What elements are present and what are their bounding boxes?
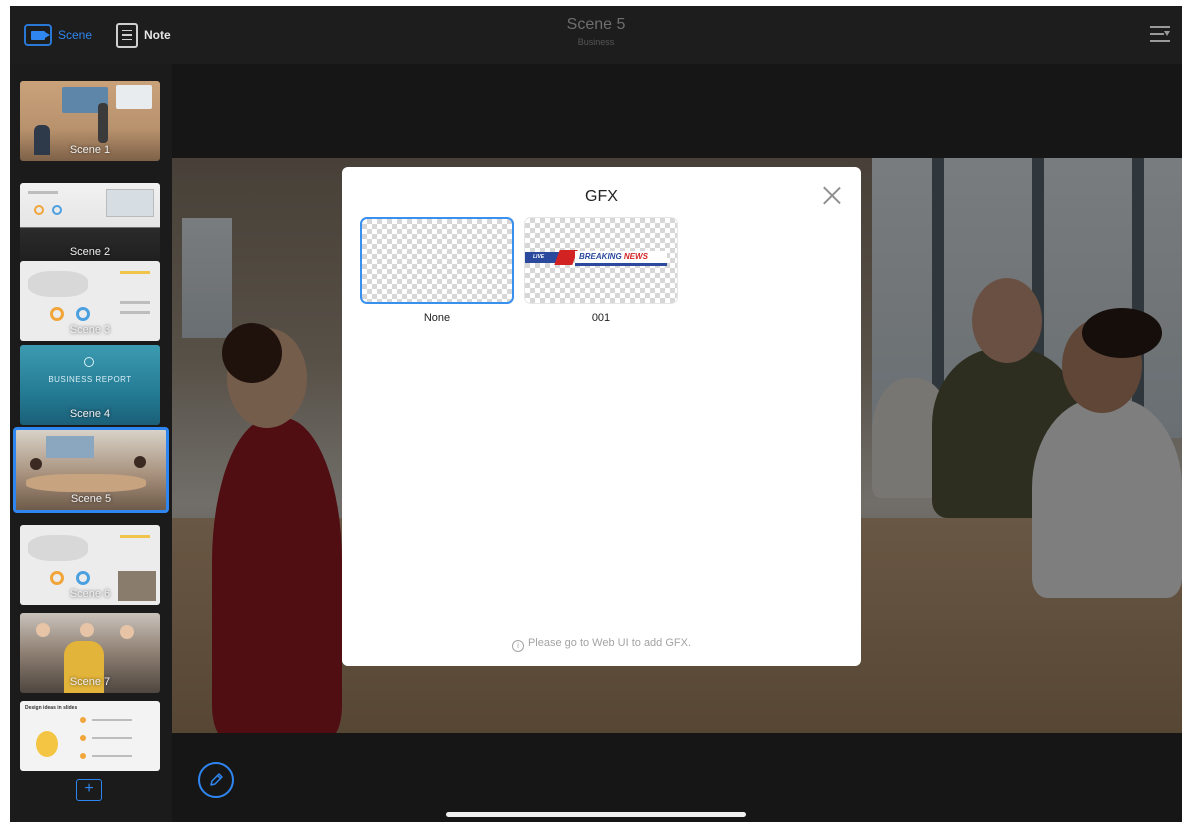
pencil-button[interactable]	[198, 762, 234, 798]
scene-thumbnail[interactable]: Scene 6	[20, 525, 160, 605]
app-window: Scene Note Scene 5 Business Scene 1 Scen…	[10, 6, 1182, 822]
scene-mode-label: Scene	[58, 28, 93, 42]
scene-thumbnail[interactable]: Scene 3	[20, 261, 160, 341]
gfx-modal: GFX None LIVE BREAKING NEWS 001 i Please …	[342, 167, 861, 666]
scene-label: Scene 4	[69, 408, 111, 420]
scene-label: Scene 6	[69, 588, 111, 600]
news-text: NEWS	[623, 252, 648, 261]
camera-icon	[24, 24, 52, 46]
info-icon: i	[511, 640, 524, 652]
close-icon[interactable]	[821, 184, 843, 206]
scene-mode-button[interactable]: Scene	[24, 20, 92, 50]
gfx-item-001[interactable]: LIVE BREAKING NEWS 001	[524, 217, 678, 324]
scene-label: Scene 1	[69, 144, 111, 156]
note-icon	[116, 22, 138, 48]
pencil-icon	[210, 773, 223, 786]
breaking-text: BREAKING	[579, 252, 622, 261]
home-indicator	[446, 812, 746, 817]
gfx-item-none[interactable]: None	[360, 217, 514, 324]
breaking-news-graphic: LIVE BREAKING NEWS	[525, 250, 673, 266]
scene-thumb-text: BUSINESS REPORT	[48, 375, 132, 384]
menu-icon[interactable]	[1150, 24, 1170, 44]
gfx-item-label: None	[423, 312, 451, 324]
gfx-item-label: 001	[591, 312, 611, 324]
scene-thumbnail[interactable]: Scene 7	[20, 613, 160, 693]
gfx-thumbnail: LIVE BREAKING NEWS	[524, 217, 678, 304]
scene-thumbnail-active[interactable]: Scene 5	[13, 427, 169, 513]
page-subtitle: Business	[577, 37, 615, 47]
add-scene-button[interactable]: +	[76, 779, 102, 801]
scene-label: Scene 7	[69, 676, 111, 688]
modal-footer-text: Please go to Web UI to add GFX.	[527, 637, 692, 649]
add-icon: +	[84, 780, 94, 797]
scene-thumbnail[interactable]: BUSINESS REPORT Scene 4	[20, 345, 160, 425]
scene-label: Scene 3	[69, 324, 111, 336]
scene-label: Scene 2	[69, 246, 111, 258]
scene-label: Scene 5	[70, 493, 112, 505]
note-mode-label: Note	[144, 28, 171, 42]
scene-list: Scene 1 Scene 2 Scene 3 BUSINESS REPORT …	[10, 64, 172, 822]
modal-title: GFX	[585, 188, 618, 205]
note-mode-button[interactable]: Note	[116, 20, 171, 50]
scene-thumbnail[interactable]: Design ideas in slides	[20, 701, 160, 771]
scene-thumbnail[interactable]: Scene 2	[20, 183, 160, 263]
page-title: Scene 5	[566, 16, 626, 33]
top-bar: Scene Note Scene 5 Business	[10, 6, 1182, 64]
modal-footer: i Please go to Web UI to add GFX.	[342, 637, 861, 652]
scene-thumbnail[interactable]: Scene 1	[20, 81, 160, 161]
gfx-thumbnail	[360, 217, 514, 304]
scene-thumb-text: Design ideas in slides	[25, 705, 78, 711]
